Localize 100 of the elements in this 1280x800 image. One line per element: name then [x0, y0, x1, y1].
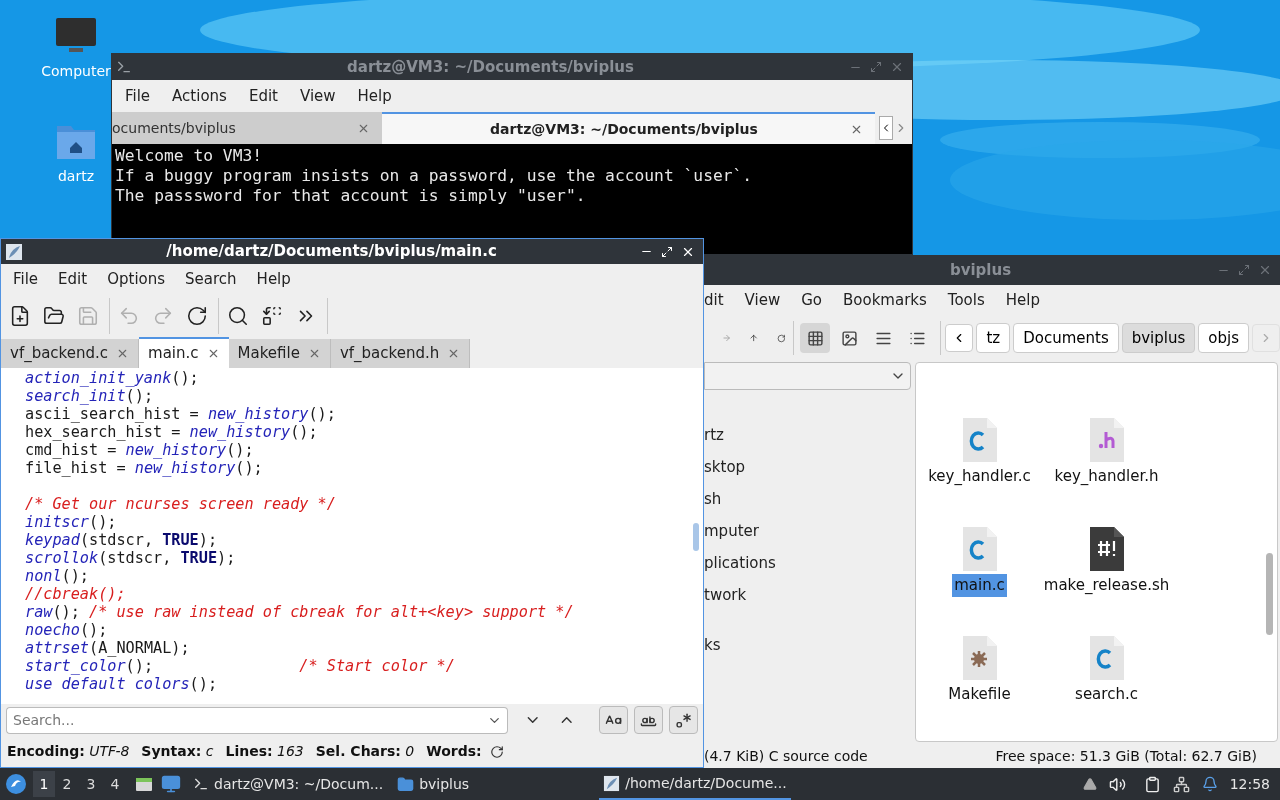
file-name[interactable]: main.c: [952, 574, 1007, 597]
scrollbar-thumb[interactable]: [1265, 553, 1273, 635]
status-item: Syntax: c: [141, 742, 214, 761]
feather-icon: [603, 774, 621, 792]
source-file-icon: [962, 527, 997, 571]
file-name[interactable]: key_handler.h: [1052, 465, 1161, 488]
status-text: (4.7 KiB) C source code: [704, 746, 868, 766]
path-button[interactable]: bviplus: [1121, 323, 1196, 353]
terminal-tab[interactable]: dartz@VM3: ~/Documents/bviplus: [382, 112, 875, 144]
match-case-button[interactable]: [599, 706, 628, 734]
path-button[interactable]: objs: [1198, 323, 1249, 353]
terminal-icon: [116, 59, 132, 75]
file-tab[interactable]: Makefile: [228, 339, 331, 368]
code-line: file_hist = new_history();: [25, 459, 263, 477]
volume-icon[interactable]: [1108, 775, 1126, 793]
icon-view-icon[interactable]: [800, 323, 831, 353]
code-line: cmd_hist = new_history();: [25, 441, 254, 459]
menu-item[interactable]: File: [116, 84, 160, 108]
sidebar-item[interactable]: plications: [704, 552, 776, 574]
sidebar-item[interactable]: twork: [704, 584, 747, 606]
window-title: /home/dartz/Documents/bviplus/main.c: [165, 241, 498, 263]
status-item: Words:: [426, 742, 482, 761]
menu-item[interactable]: Options: [99, 268, 174, 291]
status-item: Lines: 163: [225, 742, 304, 761]
file-name[interactable]: Makefile: [946, 683, 1013, 706]
terminal-line: Welcome to VM3!: [115, 146, 263, 166]
scrollbar-thumb[interactable]: [693, 523, 699, 551]
workspace-button[interactable]: 4: [103, 771, 127, 797]
file-tab[interactable]: main.c: [139, 337, 229, 368]
task-button[interactable]: dartz@VM3: ~/Docum...: [189, 768, 388, 800]
terminal-icon: [193, 776, 209, 792]
file-name[interactable]: make_release.sh: [1041, 574, 1172, 597]
whole-word-button[interactable]: [634, 706, 663, 734]
file-tab[interactable]: vf_backend.c: [1, 339, 140, 368]
task-button[interactable]: bviplus: [393, 768, 474, 800]
reload-icon[interactable]: [186, 305, 208, 327]
code-line: search_init();: [25, 387, 154, 405]
open-folder-icon[interactable]: [43, 305, 65, 327]
scroll-left-icon[interactable]: [879, 116, 893, 140]
terminal-tab[interactable]: ocuments/bviplus: [112, 112, 382, 144]
sidebar-item[interactable]: sktop: [704, 456, 746, 478]
file-manager-icon[interactable]: [135, 775, 153, 793]
code-line: //cbreak();: [25, 585, 126, 603]
menu-item[interactable]: Help: [1005, 289, 1040, 312]
menu-item[interactable]: Edit: [239, 84, 287, 108]
workspace-button[interactable]: 2: [55, 771, 79, 797]
file-tab[interactable]: vf_backend.h: [330, 339, 471, 368]
menu-item[interactable]: View: [744, 289, 781, 312]
search-icon[interactable]: [227, 305, 249, 327]
network-icon[interactable]: [1172, 775, 1190, 793]
clipboard-icon[interactable]: [1143, 775, 1161, 793]
window-title: dartz@VM3: ~/Documents/bviplus: [346, 56, 635, 78]
desktop-icon[interactable]: [161, 774, 181, 794]
source-file-icon: [962, 418, 997, 462]
replace-icon[interactable]: [261, 305, 283, 327]
code-line: keypad(stdscr, TRUE);: [25, 531, 218, 549]
menu-item[interactable]: Actions: [163, 84, 236, 108]
sidebar-item[interactable]: rtz: [704, 424, 724, 446]
sidebar-heading: ks: [704, 635, 721, 656]
code-line: action_init_yank();: [25, 369, 199, 387]
start-menu-icon[interactable]: [5, 773, 27, 795]
task-button[interactable]: /home/dartz/Docume...: [599, 768, 791, 800]
path-button[interactable]: Documents: [1013, 323, 1119, 353]
sidebar-item[interactable]: mputer: [704, 520, 759, 542]
code-line: raw(); /* use raw instead of cbreak for alt+<key> support */: [25, 603, 574, 621]
refresh-icon[interactable]: [489, 744, 504, 759]
maximize-icon[interactable]: [661, 245, 673, 258]
menu-item[interactable]: Help: [348, 84, 401, 108]
regex-button[interactable]: [669, 706, 698, 734]
menu-item[interactable]: View: [290, 84, 345, 108]
code-line: use default colors();: [25, 675, 218, 693]
code-line: /* Get our ncurses screen ready */: [25, 495, 336, 513]
menu-item[interactable]: dit: [704, 289, 724, 312]
workspace-button[interactable]: 3: [79, 771, 103, 797]
code-line: attrset(A_NORMAL);: [25, 639, 190, 657]
notification-icon[interactable]: [1201, 776, 1218, 792]
code-line: scrollok(stdscr, TRUE);: [25, 549, 236, 567]
menu-item[interactable]: Edit: [50, 268, 96, 291]
menu-item[interactable]: Help: [248, 268, 299, 291]
monitor-icon[interactable]: [55, 15, 97, 55]
file-name[interactable]: search.c: [1073, 683, 1140, 706]
menu-item[interactable]: Bookmarks: [843, 289, 927, 312]
gear-file-icon: [962, 636, 997, 680]
menu-item[interactable]: Go: [801, 289, 822, 312]
code-line: initscr();: [25, 513, 117, 531]
file-name[interactable]: key_handler.c: [926, 465, 1033, 488]
code-line: noecho();: [25, 621, 108, 639]
status-item: Sel. Chars: 0: [315, 742, 415, 761]
menu-item[interactable]: Tools: [947, 289, 985, 312]
triangle-icon[interactable]: [1082, 777, 1097, 791]
terminal-line: If a buggy program insists on a password, use the account `user`.: [115, 166, 753, 186]
folder-icon: [397, 775, 415, 793]
menu-item[interactable]: File: [5, 268, 47, 291]
clock[interactable]: 12:58: [1229, 773, 1270, 795]
path-button[interactable]: tz: [976, 323, 1011, 353]
workspace-button[interactable]: 1: [33, 771, 55, 797]
regex-icon: [675, 711, 692, 729]
new-file-icon[interactable]: [9, 305, 31, 327]
sidebar-item[interactable]: sh: [704, 488, 722, 510]
menu-item[interactable]: Search: [177, 268, 245, 291]
